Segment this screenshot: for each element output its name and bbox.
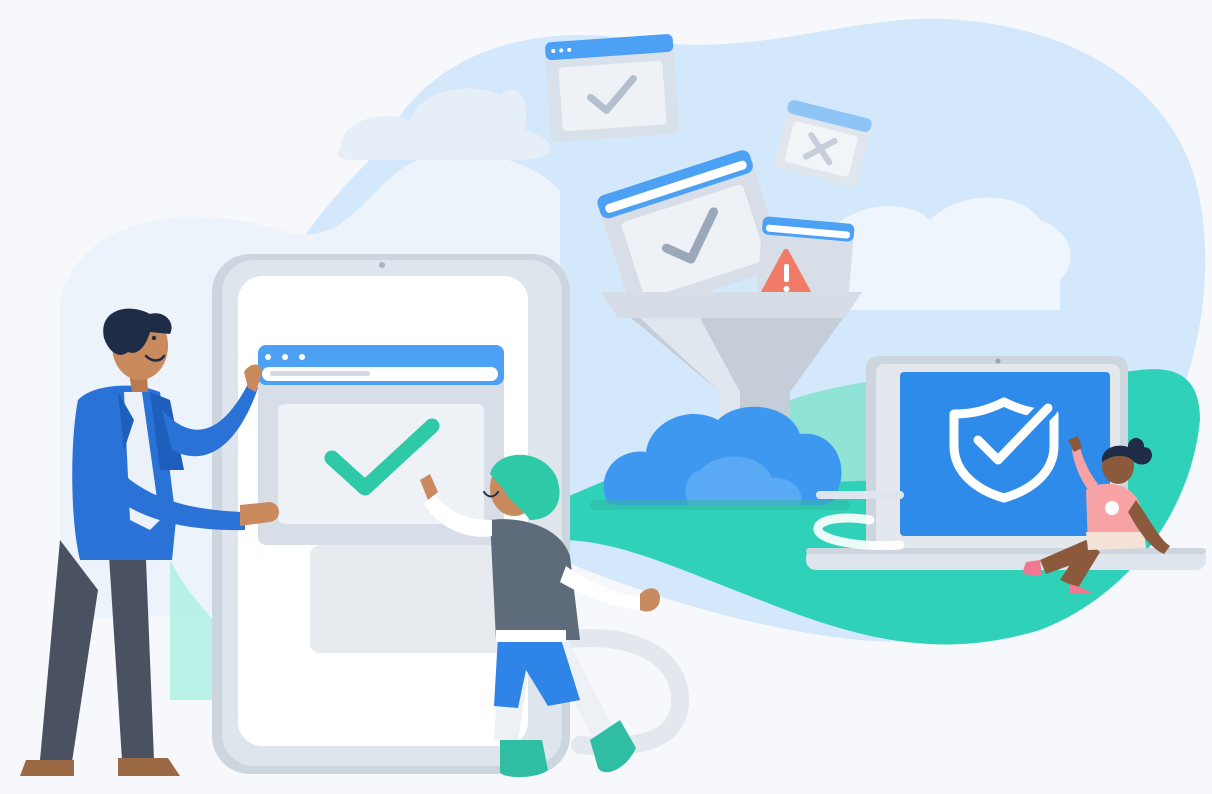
check-window-icon xyxy=(258,345,504,545)
floating-check-window-top xyxy=(545,34,679,142)
small-cloud-shape xyxy=(337,88,551,160)
illustration-scene xyxy=(20,18,1206,778)
right-cloud-shape xyxy=(830,197,1071,310)
